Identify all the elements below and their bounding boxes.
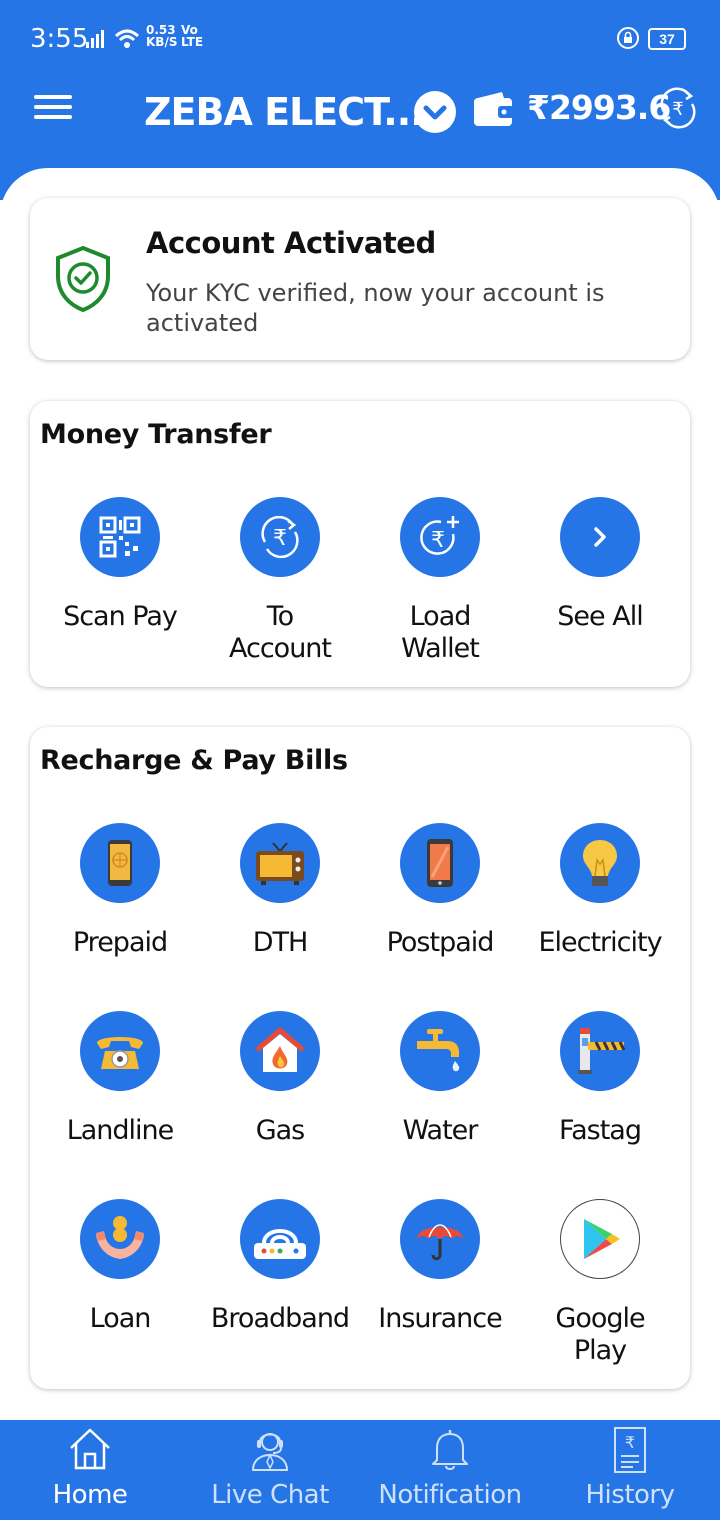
to-account-label: To Account bbox=[228, 601, 332, 664]
svg-text:₹: ₹ bbox=[431, 528, 445, 553]
to-account-tile[interactable]: ₹ To Account bbox=[200, 497, 360, 665]
toll-barrier-icon bbox=[578, 1028, 626, 1074]
home-icon bbox=[70, 1428, 110, 1470]
postpaid-tile[interactable]: Postpaid bbox=[360, 823, 520, 959]
nav-history[interactable]: ₹ History bbox=[540, 1420, 720, 1520]
qr-code-icon bbox=[99, 516, 141, 558]
rupee-add-icon: ₹ bbox=[420, 516, 459, 555]
google-play-tile[interactable]: Google Play bbox=[520, 1199, 680, 1367]
broadband-tile[interactable]: Broadband bbox=[200, 1199, 360, 1335]
wallet-icon[interactable] bbox=[472, 88, 516, 128]
app-title: ZEBA ELECT... bbox=[144, 90, 425, 134]
postpaid-label: Postpaid bbox=[386, 927, 495, 958]
see-all-tile[interactable]: See All bbox=[520, 497, 680, 633]
insurance-tile[interactable]: Insurance bbox=[360, 1199, 520, 1335]
prepaid-label: Prepaid bbox=[72, 927, 168, 958]
nav-live-chat-label: Live Chat bbox=[211, 1480, 329, 1510]
money-transfer-title: Money Transfer bbox=[40, 419, 272, 450]
rupee-refresh-icon[interactable]: ₹ bbox=[656, 86, 700, 130]
loan-label: Loan bbox=[89, 1303, 152, 1334]
router-icon bbox=[254, 1229, 306, 1259]
water-tile[interactable]: Water bbox=[360, 1011, 520, 1147]
gas-house-icon bbox=[255, 1027, 305, 1072]
nav-live-chat[interactable]: Live Chat bbox=[180, 1420, 360, 1520]
smartphone-icon bbox=[427, 839, 453, 887]
wallet-balance[interactable]: ₹2993.6 bbox=[527, 88, 671, 127]
nav-home-label: Home bbox=[52, 1480, 128, 1510]
status-time: 3:55 bbox=[30, 24, 89, 54]
see-all-label: See All bbox=[557, 601, 643, 632]
fastag-label: Fastag bbox=[559, 1115, 642, 1146]
google-play-label: Google Play bbox=[555, 1303, 645, 1366]
shield-check-icon bbox=[56, 245, 110, 313]
nav-notification-label: Notification bbox=[378, 1480, 522, 1510]
svg-text:₹: ₹ bbox=[273, 526, 287, 551]
rupee-transfer-icon: ₹ bbox=[261, 515, 299, 559]
bulb-icon bbox=[583, 840, 617, 886]
insurance-label: Insurance bbox=[378, 1303, 502, 1334]
tv-icon bbox=[256, 842, 304, 885]
rupee-receipt-icon: ₹ bbox=[614, 1427, 646, 1473]
bottom-navigation: Home Live Chat Notification ₹ History bbox=[0, 1420, 720, 1520]
kyc-status-card: Account Activated Your KYC verified, now… bbox=[30, 198, 690, 360]
nav-home[interactable]: Home bbox=[0, 1420, 180, 1520]
nav-history-label: History bbox=[585, 1480, 676, 1510]
mobile-phone-icon bbox=[108, 840, 132, 886]
status-bar: 3:55 0.53 KB/S Vo LTE 37 bbox=[0, 0, 720, 78]
chevron-right-icon bbox=[594, 527, 606, 547]
telephone-icon bbox=[97, 1037, 143, 1069]
money-transfer-card: Money Transfer Scan Pay ₹ To Account ₹ L… bbox=[30, 401, 690, 687]
recharge-title: Recharge & Pay Bills bbox=[40, 745, 348, 776]
broadband-label: Broadband bbox=[210, 1303, 350, 1334]
loan-tile[interactable]: Loan bbox=[40, 1199, 200, 1335]
fastag-tile[interactable]: Fastag bbox=[520, 1011, 680, 1147]
rotation-lock-icon bbox=[617, 27, 639, 49]
chevron-down-icon bbox=[423, 105, 447, 120]
electricity-label: Electricity bbox=[538, 927, 662, 958]
recharge-bills-card: Recharge & Pay Bills Prepaid DTH Postpai… bbox=[30, 727, 690, 1389]
scan-pay-label: Scan Pay bbox=[63, 601, 178, 632]
load-wallet-label: Load Wallet bbox=[401, 601, 480, 664]
loan-hands-icon bbox=[96, 1216, 144, 1259]
nav-notification[interactable]: Notification bbox=[360, 1420, 540, 1520]
gas-label: Gas bbox=[255, 1115, 306, 1146]
kyc-description: Your KYC verified, now your account is a… bbox=[146, 279, 605, 337]
dth-tile[interactable]: DTH bbox=[200, 823, 360, 959]
scan-pay-tile[interactable]: Scan Pay bbox=[40, 497, 200, 633]
water-tap-icon bbox=[417, 1029, 460, 1072]
battery-indicator: 37 bbox=[648, 28, 686, 50]
umbrella-icon bbox=[417, 1224, 463, 1261]
landline-label: Landline bbox=[66, 1115, 175, 1146]
prepaid-tile[interactable]: Prepaid bbox=[40, 823, 200, 959]
gas-tile[interactable]: Gas bbox=[200, 1011, 360, 1147]
svg-text:₹: ₹ bbox=[625, 1433, 635, 1452]
signal-wifi-icon bbox=[86, 29, 140, 48]
kyc-title: Account Activated bbox=[146, 226, 436, 260]
volte-indicator: Vo LTE bbox=[181, 23, 204, 49]
bell-icon bbox=[432, 1430, 468, 1470]
menu-button[interactable] bbox=[34, 90, 78, 130]
google-play-icon bbox=[584, 1219, 620, 1259]
landline-tile[interactable]: Landline bbox=[40, 1011, 200, 1147]
headset-agent-icon bbox=[251, 1433, 289, 1471]
network-speed: 0.53 KB/S bbox=[146, 23, 178, 49]
dth-label: DTH bbox=[252, 927, 309, 958]
electricity-tile[interactable]: Electricity bbox=[520, 823, 680, 959]
account-dropdown-button[interactable] bbox=[414, 91, 456, 133]
water-label: Water bbox=[402, 1115, 479, 1146]
svg-text:₹: ₹ bbox=[672, 99, 683, 120]
load-wallet-tile[interactable]: ₹ Load Wallet bbox=[360, 497, 520, 665]
